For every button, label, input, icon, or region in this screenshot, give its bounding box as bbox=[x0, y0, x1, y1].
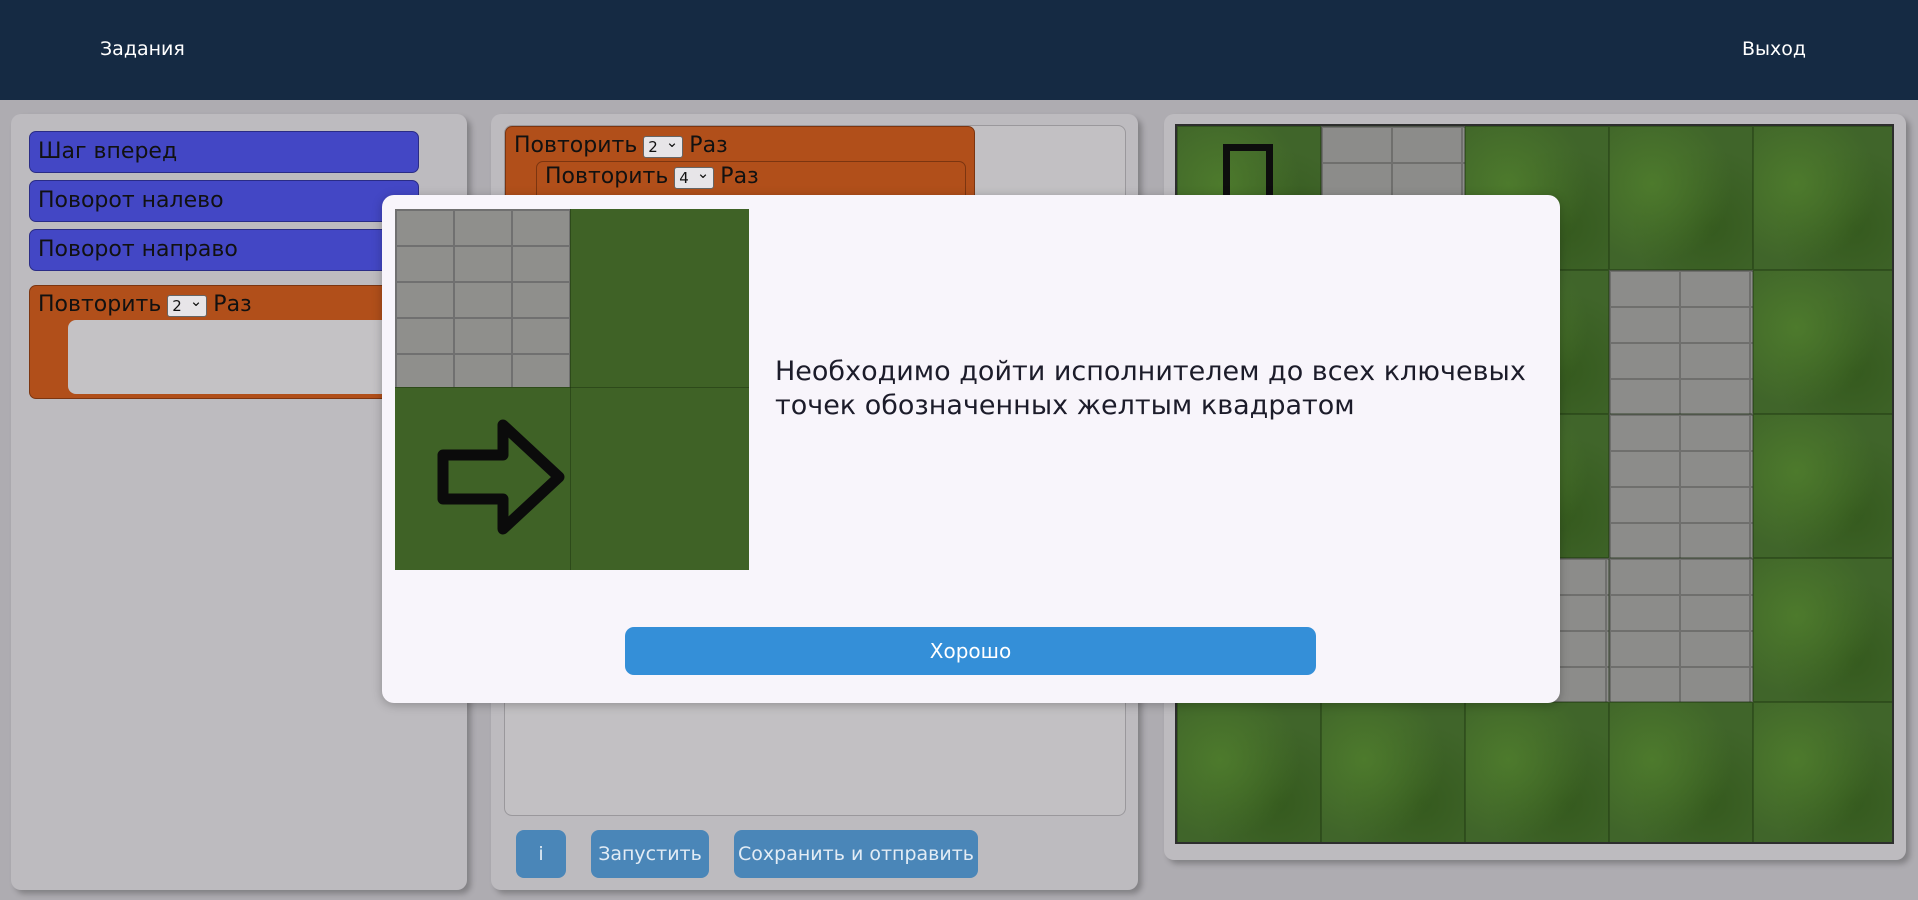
stone-tile bbox=[395, 209, 570, 387]
grid-line bbox=[570, 209, 571, 570]
arrow-right-icon bbox=[437, 419, 565, 535]
instruction-modal: Необходимо дойти исполнителем до всех кл… bbox=[382, 195, 1560, 703]
instruction-image bbox=[395, 209, 749, 570]
modal-message: Необходимо дойти исполнителем до всех кл… bbox=[775, 356, 1526, 421]
grid-line bbox=[395, 387, 749, 388]
ok-button[interactable]: Хорошо bbox=[625, 627, 1316, 675]
